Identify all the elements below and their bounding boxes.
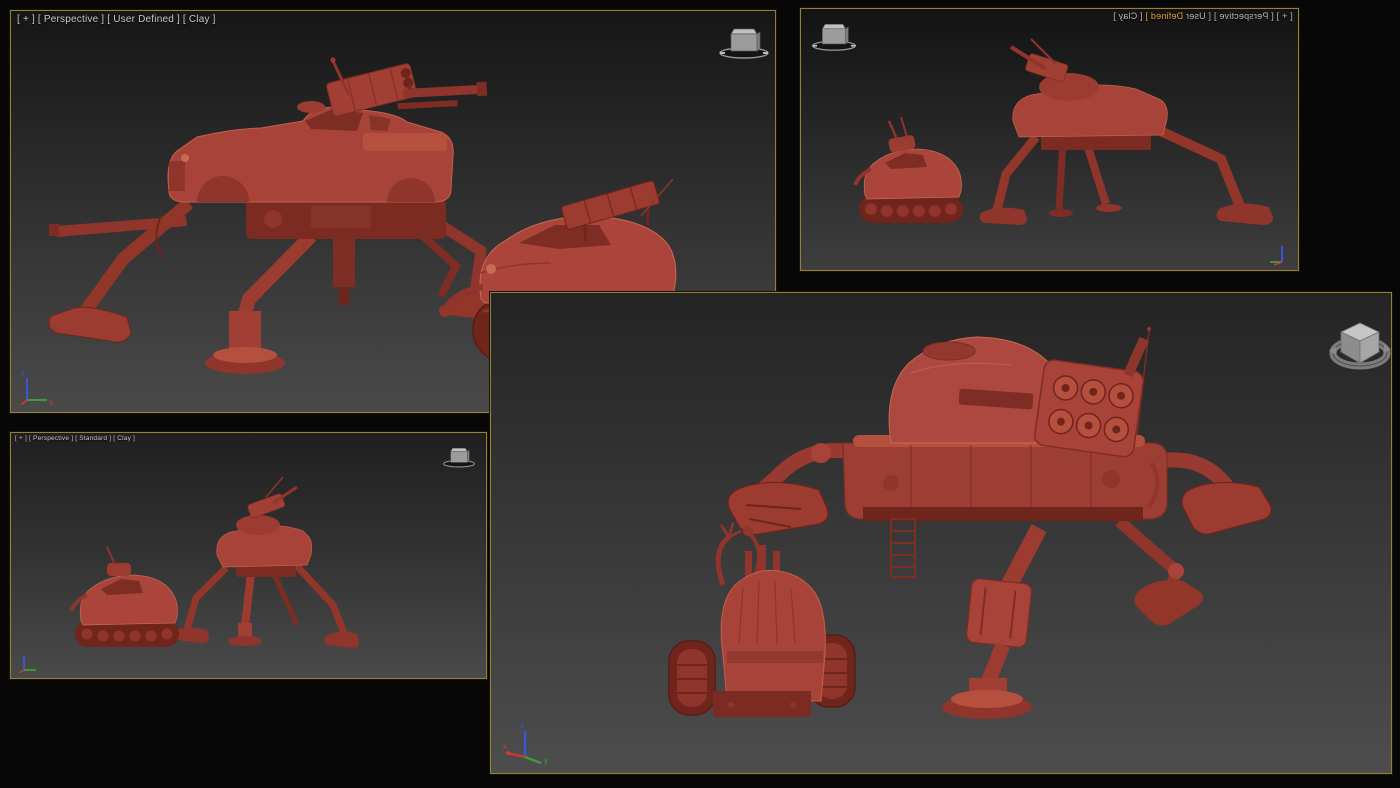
viewcube-icon[interactable] (1329, 317, 1391, 373)
axis-tripod-icon: z x (20, 368, 53, 406)
axis-y-label: y (544, 756, 548, 765)
tank-model[interactable] (668, 522, 856, 717)
scene-canvas[interactable] (801, 9, 1298, 270)
viewport-bottom-right[interactable]: z x y (490, 292, 1392, 774)
axis-tripod-icon (1270, 246, 1283, 266)
viewcube-icon[interactable] (716, 21, 772, 61)
axis-tripod-icon (18, 656, 36, 674)
walker-mech-model[interactable] (48, 57, 513, 375)
label-suffix: [ Clay ] (1113, 11, 1146, 21)
walker-mech-model[interactable] (171, 476, 359, 648)
axis-x-label: x (503, 742, 507, 751)
walker-mech-model[interactable] (979, 38, 1273, 225)
viewcube-icon[interactable] (441, 443, 477, 469)
axis-x-label: x (49, 398, 53, 406)
viewcube-icon[interactable] (809, 17, 859, 53)
tank-model[interactable] (69, 546, 179, 647)
viewport-label-mirrored[interactable]: [ + ] [ Perspective ] [ User Defined ] [… (1113, 11, 1293, 21)
axis-z-label: z (21, 368, 25, 377)
viewport-label[interactable]: [ + ] [ Perspective ] [ User Defined ] [… (17, 14, 216, 25)
viewport-bottom-left[interactable]: [ + ] [ Perspective ] [ Standard ] [ Cla… (10, 432, 487, 679)
label-highlight: Defined ] (1145, 11, 1184, 21)
axis-tripod-icon: z x y (503, 721, 548, 765)
viewport-label[interactable]: [ + ] [ Perspective ] [ Standard ] [ Cla… (15, 435, 135, 442)
axis-z-label: z (520, 721, 524, 730)
tank-model[interactable] (853, 116, 963, 223)
scene-canvas[interactable] (11, 433, 486, 678)
scene-canvas[interactable] (491, 293, 1391, 773)
label-prefix: [ + ] [ Perspective ] [ User (1183, 11, 1293, 21)
viewport-top-right[interactable]: [ + ] [ Perspective ] [ User Defined ] [… (800, 8, 1299, 271)
